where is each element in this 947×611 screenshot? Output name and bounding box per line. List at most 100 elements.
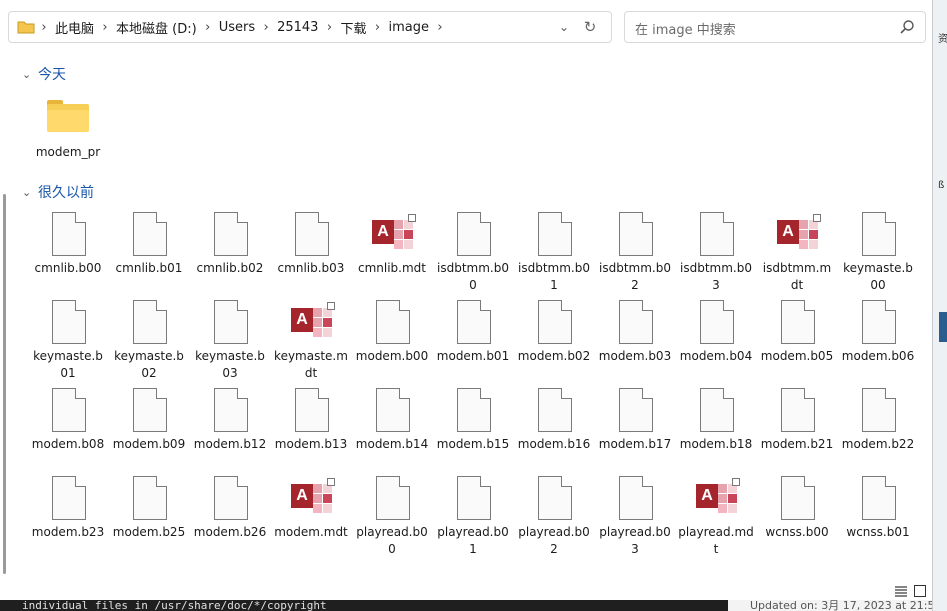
breadcrumb-image[interactable]: image bbox=[386, 20, 431, 35]
file-item[interactable]: isdbtmm.b00 bbox=[435, 210, 511, 294]
chevron-right-icon[interactable]: › bbox=[320, 20, 338, 35]
search-icon[interactable] bbox=[899, 19, 915, 35]
breadcrumb-downloads[interactable]: 下载 bbox=[338, 18, 368, 37]
address-bar[interactable]: › 此电脑 › 本地磁盘 (D:) › Users › 25143 › 下载 ›… bbox=[8, 11, 612, 43]
chevron-right-icon[interactable]: › bbox=[257, 20, 275, 35]
item-label: playread.mdt bbox=[678, 525, 754, 556]
file-item[interactable]: Aplayread.mdt bbox=[678, 474, 754, 558]
file-item[interactable]: cmnlib.b00 bbox=[30, 210, 106, 277]
file-icon bbox=[206, 210, 254, 258]
file-item[interactable]: modem.b00 bbox=[354, 298, 430, 365]
file-item[interactable]: isdbtmm.b01 bbox=[516, 210, 592, 294]
file-icon bbox=[611, 210, 659, 258]
file-item[interactable]: modem.b04 bbox=[678, 298, 754, 365]
file-icon bbox=[854, 210, 902, 258]
file-item[interactable]: modem.b14 bbox=[354, 386, 430, 453]
chevron-down-icon[interactable]: ⌄ bbox=[22, 68, 36, 81]
file-icon bbox=[773, 298, 821, 346]
file-list-area[interactable]: ⌄ 今天 modem_pr ⌄ 很久以前 cmnlib.b00 cmnlib.b0… bbox=[0, 54, 932, 584]
item-label: modem.b04 bbox=[679, 349, 753, 363]
file-explorer-window: › 此电脑 › 本地磁盘 (D:) › Users › 25143 › 下载 ›… bbox=[0, 0, 947, 611]
item-label: modem.b17 bbox=[598, 437, 672, 451]
chevron-right-icon[interactable]: › bbox=[35, 20, 53, 35]
file-item[interactable]: isdbtmm.b02 bbox=[597, 210, 673, 294]
file-icon bbox=[530, 474, 578, 522]
item-label: modem_pr bbox=[35, 145, 101, 159]
file-item[interactable]: modem.b12 bbox=[192, 386, 268, 453]
access-database-icon: A bbox=[287, 474, 335, 522]
group-label: 今天 bbox=[38, 67, 66, 83]
background-updated-text: Updated on: 3月 17, 2023 at 21:5 bbox=[728, 600, 932, 611]
background-window-edge: 资 ß bbox=[932, 0, 947, 611]
file-item[interactable]: keymaste.b03 bbox=[192, 298, 268, 382]
file-item[interactable]: keymaste.b02 bbox=[111, 298, 187, 382]
chevron-down-icon[interactable]: ⌄ bbox=[22, 186, 36, 199]
item-label: modem.b06 bbox=[841, 349, 915, 363]
file-item[interactable]: isdbtmm.b03 bbox=[678, 210, 754, 294]
file-item[interactable]: modem.b03 bbox=[597, 298, 673, 365]
search-input[interactable]: 在 image 中搜索 bbox=[635, 19, 736, 38]
item-label: modem.b14 bbox=[355, 437, 429, 451]
file-item[interactable]: modem.b02 bbox=[516, 298, 592, 365]
file-item[interactable]: playread.b03 bbox=[597, 474, 673, 558]
file-item[interactable]: playread.b02 bbox=[516, 474, 592, 558]
item-label: playread.b00 bbox=[356, 525, 428, 556]
file-item[interactable]: modem.b16 bbox=[516, 386, 592, 453]
file-icon bbox=[44, 210, 92, 258]
search-box[interactable]: 在 image 中搜索 bbox=[624, 11, 926, 43]
breadcrumb-drive-d[interactable]: 本地磁盘 (D:) bbox=[114, 18, 199, 37]
file-item[interactable]: modem.b13 bbox=[273, 386, 349, 453]
file-item[interactable]: modem.b18 bbox=[678, 386, 754, 453]
file-item[interactable]: modem.b23 bbox=[30, 474, 106, 541]
large-icons-view-icon[interactable] bbox=[914, 585, 926, 597]
item-label: keymaste.b01 bbox=[33, 349, 103, 380]
folder-item[interactable]: modem_pr bbox=[30, 94, 106, 161]
file-item[interactable]: playread.b00 bbox=[354, 474, 430, 558]
file-icon bbox=[206, 474, 254, 522]
file-item[interactable]: wcnss.b01 bbox=[840, 474, 916, 541]
file-item[interactable]: keymaste.b01 bbox=[30, 298, 106, 382]
details-view-icon[interactable] bbox=[894, 585, 908, 597]
scrollbar[interactable] bbox=[3, 194, 6, 574]
file-icon bbox=[44, 474, 92, 522]
breadcrumb-this-pc[interactable]: 此电脑 bbox=[53, 18, 96, 37]
file-item[interactable]: modem.b01 bbox=[435, 298, 511, 365]
file-icon bbox=[854, 474, 902, 522]
chevron-right-icon[interactable]: › bbox=[96, 20, 114, 35]
refresh-icon[interactable]: ↻ bbox=[581, 18, 599, 36]
file-item[interactable]: cmnlib.b02 bbox=[192, 210, 268, 277]
file-icon bbox=[287, 210, 335, 258]
file-item[interactable]: Acmnlib.mdt bbox=[354, 210, 430, 277]
file-item[interactable]: modem.b25 bbox=[111, 474, 187, 541]
group-header-today[interactable]: ⌄ 今天 bbox=[22, 64, 66, 84]
file-item[interactable]: modem.b17 bbox=[597, 386, 673, 453]
file-item[interactable]: modem.b22 bbox=[840, 386, 916, 453]
group-header-long-ago[interactable]: ⌄ 很久以前 bbox=[22, 182, 94, 202]
file-item[interactable]: cmnlib.b01 bbox=[111, 210, 187, 277]
item-label: modem.b18 bbox=[679, 437, 753, 451]
file-item[interactable]: cmnlib.b03 bbox=[273, 210, 349, 277]
item-label: wcnss.b01 bbox=[846, 525, 910, 539]
chevron-right-icon[interactable]: › bbox=[199, 20, 217, 35]
chevron-right-icon[interactable]: › bbox=[431, 20, 449, 35]
file-item[interactable]: modem.b08 bbox=[30, 386, 106, 453]
file-item[interactable]: keymaste.b00 bbox=[840, 210, 916, 294]
file-item[interactable]: wcnss.b00 bbox=[759, 474, 835, 541]
file-icon bbox=[206, 298, 254, 346]
file-item[interactable]: Aisdbtmm.mdt bbox=[759, 210, 835, 294]
file-item[interactable]: playread.b01 bbox=[435, 474, 511, 558]
file-item[interactable]: Amodem.mdt bbox=[273, 474, 349, 541]
chevron-right-icon[interactable]: › bbox=[368, 20, 386, 35]
file-item[interactable]: modem.b21 bbox=[759, 386, 835, 453]
file-icon bbox=[125, 210, 173, 258]
file-item[interactable]: modem.b26 bbox=[192, 474, 268, 541]
item-label: modem.b09 bbox=[112, 437, 186, 451]
breadcrumb-users[interactable]: Users bbox=[217, 20, 257, 35]
file-item[interactable]: modem.b15 bbox=[435, 386, 511, 453]
chevron-down-icon[interactable]: ⌄ bbox=[559, 20, 569, 34]
breadcrumb-25143[interactable]: 25143 bbox=[275, 20, 320, 35]
file-item[interactable]: modem.b06 bbox=[840, 298, 916, 365]
file-item[interactable]: modem.b09 bbox=[111, 386, 187, 453]
file-item[interactable]: modem.b05 bbox=[759, 298, 835, 365]
file-item[interactable]: Akeymaste.mdt bbox=[273, 298, 349, 382]
